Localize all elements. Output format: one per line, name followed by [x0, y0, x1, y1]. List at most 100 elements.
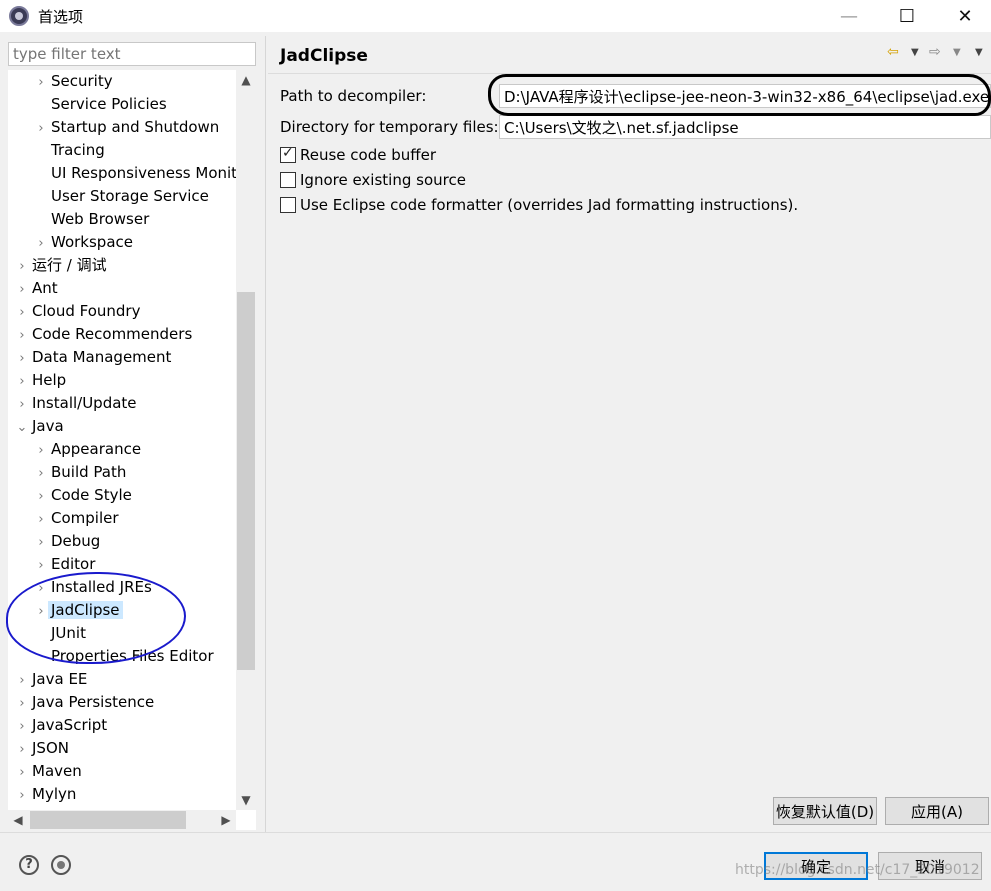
tree-item-label: Code Recommenders — [32, 325, 193, 343]
tree-item[interactable]: Web Browser — [34, 208, 152, 231]
ignore-existing-source-option[interactable]: Ignore existing source — [280, 169, 466, 191]
close-button[interactable]: ✕ — [936, 0, 991, 32]
tree-item-label: Mylyn — [32, 785, 77, 803]
tree-item[interactable]: UI Responsiveness Monit — [34, 162, 236, 185]
tree-item[interactable]: › Maven — [15, 760, 85, 783]
tree-item[interactable]: › Compiler — [34, 507, 122, 530]
tree-item-label: UI Responsiveness Monit — [51, 164, 236, 182]
tree-item-label: JSON — [32, 739, 69, 757]
import-export-prefs-icon[interactable] — [51, 855, 71, 875]
chevron-right-icon[interactable]: › — [34, 462, 48, 485]
use-eclipse-formatter-checkbox[interactable] — [280, 197, 296, 213]
tree-item-label: Security — [51, 72, 113, 90]
scroll-down-icon[interactable]: ▼ — [236, 790, 256, 810]
title-bar: 首选项 — ☐ ✕ — [0, 0, 991, 32]
chevron-right-icon[interactable]: › — [15, 784, 29, 807]
panel-splitter[interactable] — [265, 36, 266, 832]
forward-arrow-icon[interactable]: ⇨ — [929, 44, 941, 60]
tree-item[interactable]: › Appearance — [34, 438, 144, 461]
chevron-right-icon[interactable]: › — [15, 715, 29, 738]
tree-item[interactable]: › Workspace — [34, 231, 136, 254]
watermark-text: https://blog.csdn.net/c17_2019012 — [735, 862, 980, 878]
back-arrow-icon[interactable]: ⇦ — [887, 44, 899, 60]
tree-item-label: User Storage Service — [51, 187, 209, 205]
tree-item-label: Ant — [32, 279, 58, 297]
apply-button[interactable]: 应用(A) — [885, 797, 989, 825]
filter-input[interactable] — [8, 42, 256, 66]
chevron-right-icon[interactable]: › — [15, 738, 29, 761]
tree-item-label: Workspace — [51, 233, 133, 251]
tree-item[interactable]: Service Policies — [34, 93, 170, 116]
ignore-existing-source-checkbox[interactable] — [280, 172, 296, 188]
tree-item[interactable]: › Cloud Foundry — [15, 300, 143, 323]
maximize-button[interactable]: ☐ — [878, 0, 936, 32]
chevron-right-icon[interactable]: › — [34, 554, 48, 577]
restore-defaults-button[interactable]: 恢复默认值(D) — [773, 797, 877, 825]
tree-item[interactable]: Tracing — [34, 139, 108, 162]
chevron-right-icon[interactable]: › — [34, 439, 48, 462]
chevron-right-icon[interactable]: › — [15, 347, 29, 370]
tree-item[interactable]: › Security — [34, 70, 116, 93]
chevron-right-icon[interactable]: › — [34, 508, 48, 531]
scroll-right-icon[interactable]: ▶ — [216, 810, 236, 830]
tree-vertical-scrollbar[interactable]: ▲ ▼ — [236, 70, 256, 810]
view-menu-icon[interactable]: ▼ — [975, 47, 983, 58]
tree-item[interactable]: › Build Path — [34, 461, 129, 484]
tree-item[interactable]: › Code Style — [34, 484, 135, 507]
chevron-right-icon[interactable]: › — [34, 71, 48, 94]
tree-item[interactable]: › Install/Update — [15, 392, 140, 415]
chevron-right-icon[interactable]: › — [15, 761, 29, 784]
chevron-right-icon[interactable]: › — [34, 485, 48, 508]
minimize-button[interactable]: — — [820, 0, 878, 32]
chevron-right-icon[interactable]: › — [34, 531, 48, 554]
tree-item[interactable]: › Code Recommenders — [15, 323, 195, 346]
tree-item[interactable]: › Java Persistence — [15, 691, 157, 714]
tree-item[interactable]: User Storage Service — [34, 185, 212, 208]
tree-item[interactable]: › 运行 / 调试 — [15, 254, 110, 277]
tree-item[interactable]: › Startup and Shutdown — [34, 116, 222, 139]
tree-horizontal-scrollbar[interactable]: ◀ ▶ — [8, 810, 236, 830]
chevron-right-icon[interactable]: › — [15, 324, 29, 347]
chevron-right-icon[interactable]: › — [15, 370, 29, 393]
scroll-up-icon[interactable]: ▲ — [236, 70, 256, 90]
forward-menu-chevron-icon[interactable]: ▼ — [953, 47, 961, 58]
tree-item[interactable]: › Ant — [15, 277, 61, 300]
tree-item[interactable]: › Debug — [34, 530, 103, 553]
scroll-left-icon[interactable]: ◀ — [8, 810, 28, 830]
tree-item[interactable]: ⌄ Java — [15, 415, 67, 438]
tree-item[interactable]: › JavaScript — [15, 714, 110, 737]
tree-item-label: 运行 / 调试 — [32, 256, 107, 274]
reuse-code-buffer-checkbox[interactable] — [280, 145, 296, 163]
tree-item-label: Web Browser — [51, 210, 150, 228]
tree-item[interactable]: › Data Management — [15, 346, 174, 369]
tree-item-label: Help — [32, 371, 67, 389]
chevron-right-icon[interactable]: › — [15, 393, 29, 416]
chevron-right-icon[interactable]: › — [15, 255, 29, 278]
temp-directory-label: Directory for temporary files: — [280, 118, 499, 136]
chevron-right-icon[interactable]: › — [34, 232, 48, 255]
chevron-right-icon[interactable]: › — [15, 692, 29, 715]
eclipse-app-icon — [9, 6, 29, 26]
temp-directory-input[interactable]: C:\Users\文牧之\.net.sf.jadclipse — [499, 115, 991, 139]
tree-item[interactable]: › Help — [15, 369, 69, 392]
reuse-code-buffer-option[interactable]: Reuse code buffer — [280, 144, 436, 166]
use-eclipse-formatter-option[interactable]: Use Eclipse code formatter (overrides Ja… — [280, 194, 798, 216]
tree-item[interactable]: › JSON — [15, 737, 72, 760]
tree-item-label: Build Path — [51, 463, 127, 481]
tree-item-label: Debug — [51, 532, 101, 550]
chevron-down-icon[interactable]: ⌄ — [15, 416, 29, 439]
chevron-right-icon[interactable]: › — [15, 301, 29, 324]
tree-item[interactable]: › Mylyn — [15, 783, 79, 806]
chevron-right-icon[interactable]: › — [15, 278, 29, 301]
tree-item-label: JavaScript — [32, 716, 108, 734]
chevron-right-icon[interactable]: › — [15, 669, 29, 692]
preferences-tree[interactable]: › Security Service Policies › Startup and Sh… — [8, 70, 236, 810]
back-menu-chevron-icon[interactable]: ▼ — [911, 47, 919, 58]
scrollbar-thumb[interactable] — [237, 292, 255, 670]
chevron-right-icon[interactable]: › — [34, 117, 48, 140]
tree-item-label: Appearance — [51, 440, 142, 458]
tree-item[interactable]: › Java EE — [15, 668, 90, 691]
horizontal-scrollbar-thumb[interactable] — [30, 811, 186, 829]
tree-item-label: Java Persistence — [32, 693, 155, 711]
help-icon[interactable]: ? — [19, 855, 39, 875]
